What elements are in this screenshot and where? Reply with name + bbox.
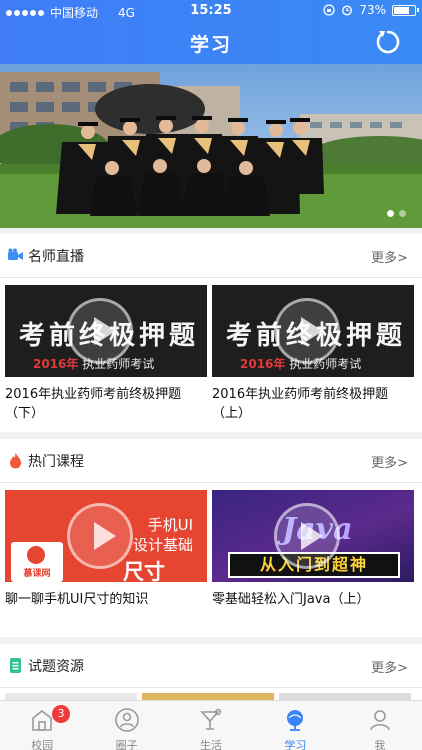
cocktail-icon: [200, 708, 222, 730]
live-section: 名师直播 更多> 考前终极押题 2016年 执业药师考试 2016年执业药师考前…: [0, 234, 422, 432]
logo-mark: [27, 546, 45, 564]
circle-person-icon: [114, 708, 139, 732]
live-card-2[interactable]: 考前终极押题 2016年 执业药师考试 2016年执业药师考前终极押题（上）: [212, 285, 414, 423]
banner-carousel[interactable]: [0, 64, 422, 228]
hot-card-1[interactable]: 手机UI 设计基础 尺寸 慕课网 聊一聊手机UI尺寸的知识: [5, 490, 207, 609]
thumb-year: 2016年: [33, 357, 79, 371]
logo-text: 慕课网: [23, 569, 51, 579]
hot-section: 热门课程 更多> 手机UI 设计基础 尺寸 慕课网 聊一聊手机UI尺寸的知识 J…: [0, 439, 422, 637]
status-right: 73%: [323, 3, 419, 17]
tab-label: 圈子: [115, 739, 138, 750]
live-thumbnail-1[interactable]: 考前终极押题 2016年 执业药师考试: [5, 285, 207, 377]
user-icon: [370, 710, 390, 731]
play-icon[interactable]: [274, 503, 340, 569]
live-thumbnail-2[interactable]: 考前终极押题 2016年 执业药师考试: [212, 285, 414, 377]
hot-section-header: 热门课程 更多>: [0, 439, 422, 483]
live-section-title: 名师直播: [28, 249, 84, 265]
tab-circle[interactable]: 圈子: [84, 701, 168, 750]
tab-label: 校园: [31, 739, 54, 750]
hot-thumbnail-1[interactable]: 手机UI 设计基础 尺寸 慕课网: [5, 490, 207, 582]
live-caption-2[interactable]: 2016年执业药师考前终极押题（上）: [212, 385, 414, 423]
hot-caption-2[interactable]: 零基础轻松入门Java（上）: [212, 590, 414, 609]
play-icon[interactable]: [274, 298, 340, 364]
page-title: 学习: [189, 34, 232, 56]
graduation-photo: [0, 64, 422, 228]
battery-percent: 73%: [359, 3, 386, 17]
rotation-lock-icon: [323, 4, 335, 16]
tab-me[interactable]: 我: [338, 701, 422, 750]
tab-campus[interactable]: 3 校园: [0, 701, 84, 750]
bottom-tab-bar: 3 校园 圈子 生活 学习 我: [0, 700, 422, 750]
battery-fill: [394, 6, 409, 14]
hot-section-title: 热门课程: [28, 454, 84, 470]
exam-section-header: 试题资源 更多>: [0, 644, 422, 688]
live-card-1[interactable]: 考前终极押题 2016年 执业药师考试 2016年执业药师考前终极押题（下）: [5, 285, 207, 423]
thumb-line-2: 设计基础: [132, 536, 193, 554]
thumb-year: 2016年: [240, 357, 286, 371]
refresh-icon[interactable]: [374, 28, 402, 56]
tab-label: 生活: [200, 739, 223, 750]
thumb-line-1: 手机UI: [147, 516, 193, 534]
hot-thumbnail-2[interactable]: Java 从入门到超神: [212, 490, 414, 582]
battery-icon: [392, 4, 419, 16]
hot-card-2[interactable]: Java 从入门到超神 零基础轻松入门Java（上）: [212, 490, 414, 609]
alarm-icon: [342, 5, 353, 16]
tab-label: 学习: [284, 739, 307, 750]
status-bar: 中国移动 4G 15:25 73%: [0, 0, 422, 22]
globe-icon: [287, 710, 304, 731]
imooc-logo: 慕课网: [11, 542, 63, 582]
hot-more-link[interactable]: 更多>: [371, 452, 408, 471]
thumb-line-3: 尺寸: [123, 560, 165, 582]
tab-label: 我: [374, 739, 386, 750]
play-icon[interactable]: [67, 503, 133, 569]
carousel-dot[interactable]: [399, 210, 406, 217]
exam-more-link[interactable]: 更多>: [371, 657, 408, 676]
live-more-link[interactable]: 更多>: [371, 247, 408, 266]
carousel-dot-active[interactable]: [387, 210, 394, 217]
play-icon[interactable]: [67, 298, 133, 364]
live-caption-1[interactable]: 2016年执业药师考前终极押题（下）: [5, 385, 207, 423]
exam-section: 试题资源 更多>: [0, 644, 422, 700]
live-section-header: 名师直播 更多>: [0, 234, 422, 278]
tab-life[interactable]: 生活: [169, 701, 253, 750]
exam-section-title: 试题资源: [28, 659, 84, 675]
video-camera-icon: [8, 248, 23, 260]
hot-caption-1[interactable]: 聊一聊手机UI尺寸的知识: [5, 590, 207, 609]
app-screen: 中国移动 4G 15:25 73% 学习 名师直播 更多> 考前终极押题 201…: [0, 0, 422, 750]
top-bar: 中国移动 4G 15:25 73% 学习: [0, 0, 422, 64]
document-icon: [10, 658, 21, 673]
notification-badge: 3: [52, 705, 70, 723]
tab-study[interactable]: 学习: [253, 701, 337, 750]
flame-icon: [10, 453, 21, 469]
